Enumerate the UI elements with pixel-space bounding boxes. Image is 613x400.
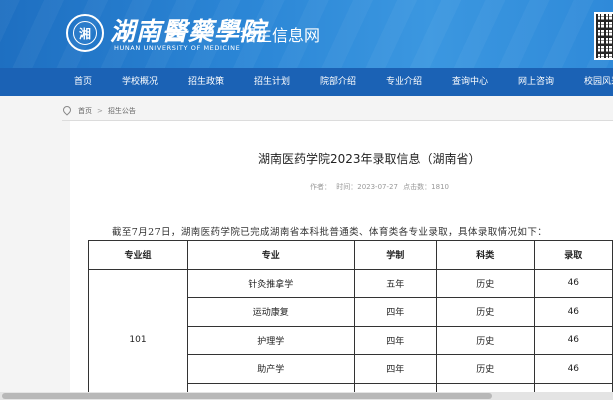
school-name-english: HUNAN UNIVERSITY OF MEDICINE: [114, 44, 241, 52]
nav-item-majors[interactable]: 专业介绍: [386, 68, 422, 96]
major-cell: 助产学: [187, 354, 355, 384]
score-cell: 46: [533, 354, 613, 384]
table-row: 101 针灸推拿学 五年 历史 46: [88, 268, 613, 400]
nav-item-admission-policy[interactable]: 招生政策: [188, 68, 224, 96]
major-cell: 运动康复: [187, 297, 355, 327]
article-time: 时间：2023-07-27: [336, 183, 398, 191]
score-cell: 46: [533, 268, 613, 298]
nav-item-campus-scenery[interactable]: 校园风采: [584, 68, 613, 96]
header-duration: 学制: [353, 240, 437, 270]
site-title: 招生信息网: [240, 26, 321, 45]
nav-item-school-overview[interactable]: 学校概况: [122, 68, 158, 96]
duration-cell: 四年: [353, 354, 437, 384]
duration-cell: 四年: [353, 297, 437, 327]
location-icon: [62, 106, 70, 116]
category-cell: 历史: [435, 268, 535, 298]
main-nav: 首页 学校概况 招生政策 招生计划 院部介绍 专业介绍 查询中心 网上咨询 校园…: [0, 68, 613, 96]
table-header-row: 专业组 专业 学制 科类 录取: [88, 240, 613, 270]
nav-item-admission-plan[interactable]: 招生计划: [254, 68, 290, 96]
scrollbar-thumb[interactable]: [2, 393, 492, 399]
breadcrumb-separator: >: [97, 107, 103, 115]
article-meta: 作者： 时间：2023-07-27 点击数：1810: [310, 182, 452, 192]
breadcrumb-current[interactable]: 招生公告: [108, 106, 136, 116]
header-group: 专业组: [88, 240, 188, 270]
site-header: 湘 湖南醫藥學院 HUNAN UNIVERSITY OF MEDICINE 招生…: [0, 0, 613, 68]
header-score: 录取: [533, 240, 613, 270]
breadcrumb: 首页 > 招生公告: [62, 104, 136, 118]
score-cell: 46: [533, 297, 613, 327]
nav-item-online-consult[interactable]: 网上咨询: [518, 68, 554, 96]
article-title: 湖南医药学院2023年录取信息（湖南省）: [258, 152, 481, 166]
emblem-glyph: 湘: [73, 21, 97, 45]
duration-cell: 四年: [353, 325, 437, 355]
duration-cell: 五年: [353, 268, 437, 298]
qr-code-icon: [594, 12, 613, 60]
breadcrumb-home[interactable]: 首页: [78, 106, 92, 116]
header-major: 专业: [187, 240, 355, 270]
horizontal-scrollbar[interactable]: [0, 392, 613, 400]
header-category: 科类: [435, 240, 535, 270]
category-cell: 历史: [435, 297, 535, 327]
admission-table: 专业组 专业 学制 科类 录取 101 针灸推拿学 五年 历史 46 运动康复 …: [88, 240, 613, 400]
major-cell: 护理学: [187, 325, 355, 355]
article-intro: 截至7月27日，湖南医药学院已完成湖南省本科批普通类、体育类各专业录取，具体录取…: [112, 227, 548, 238]
group-cell: 101: [88, 268, 188, 400]
breadcrumb-divider: [62, 120, 613, 121]
score-cell: 46: [533, 325, 613, 355]
article-author: 作者：: [310, 183, 331, 191]
nav-item-home[interactable]: 首页: [74, 68, 92, 96]
article-hits: 点击数：1810: [403, 183, 449, 191]
category-cell: 历史: [435, 354, 535, 384]
category-cell: 历史: [435, 325, 535, 355]
major-cell: 针灸推拿学: [187, 268, 355, 298]
school-emblem-icon[interactable]: 湘: [66, 14, 104, 52]
nav-item-query-center[interactable]: 查询中心: [452, 68, 488, 96]
nav-item-departments[interactable]: 院部介绍: [320, 68, 356, 96]
